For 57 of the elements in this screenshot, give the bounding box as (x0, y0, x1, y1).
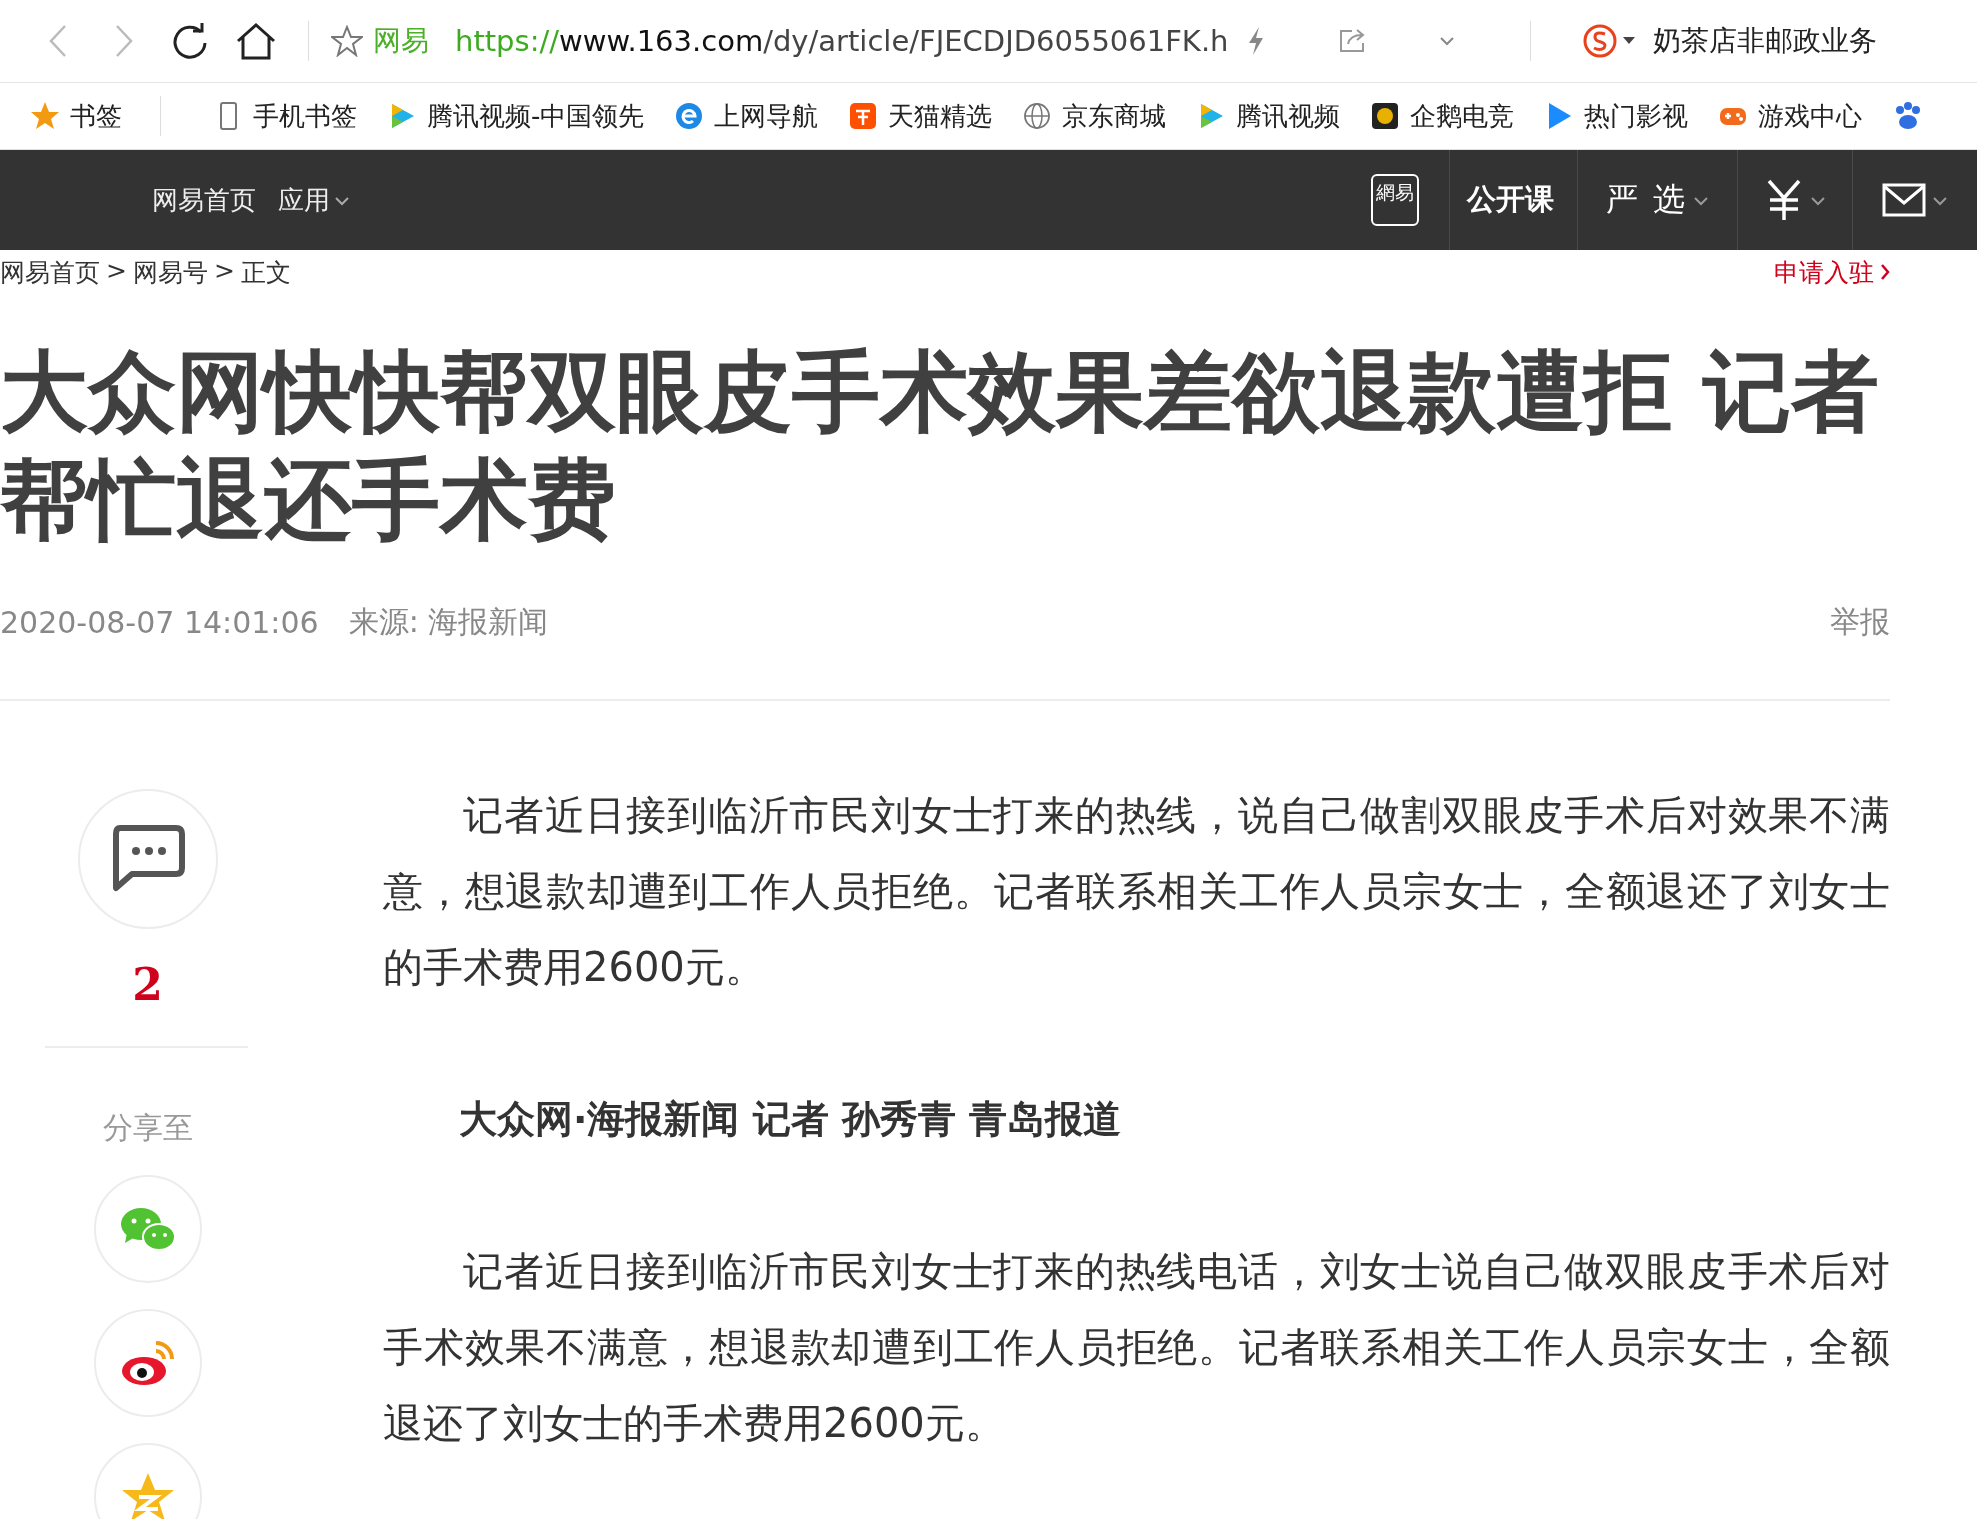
byline-text: 大众网·海报新闻 记者 孙秀青 青岛报道 (458, 1096, 1123, 1143)
back-icon (48, 24, 68, 58)
search-field[interactable]: 奶茶店非邮政业务 (1641, 22, 1877, 60)
url-host: www.163.com (558, 24, 764, 58)
browser-e-icon (674, 101, 705, 131)
report-link[interactable]: 举报 (1830, 602, 1890, 643)
reload-icon (171, 22, 209, 60)
lightning-icon (1246, 26, 1266, 56)
bookmark-item[interactable]: 企鹅电竞 (1370, 98, 1515, 134)
bookmark-item[interactable]: 京东商城 (1022, 98, 1167, 134)
article-paragraph: 记者近日接到临沂市民刘女士打来的热线电话，刘女士说自己做双眼皮手术后对手术效果不满意，想退款却遭到工作人员拒绝。记者联系相关工作人员宗女士，全额退还了刘女士的手术费用2600元。 (383, 1247, 1890, 1448)
article-title-line: 大众网快快帮双眼皮手术效果差欲退款遭拒 记者 (0, 339, 1879, 445)
globe-icon (1022, 101, 1053, 131)
mail-icon (1882, 183, 1926, 217)
bookmark-item[interactable]: 腾讯视频-中国领先 (387, 98, 645, 134)
nav-link[interactable]: 严 选 (1577, 150, 1737, 250)
search-engine-logo-icon (1583, 24, 1617, 58)
caret-icon (1623, 37, 1635, 45)
bookmark-item[interactable]: 书签 (30, 98, 122, 134)
bookmark-item[interactable]: 手机书签 (213, 98, 357, 134)
forward-icon (114, 24, 134, 58)
nav-link[interactable]: 公开课 (1449, 150, 1577, 250)
site-name: 网易 (373, 23, 429, 59)
star-icon (30, 101, 60, 131)
star-outline-icon (331, 25, 363, 57)
breadcrumb-link[interactable]: 网易首页 (0, 255, 100, 289)
bookmark-item[interactable]: 游戏中心 (1718, 98, 1863, 134)
apply-link[interactable]: 申请入驻 (1774, 255, 1890, 289)
chevron-down-icon (1439, 34, 1457, 48)
bookmark-item[interactable]: 上网导航 (674, 98, 819, 134)
address-bar[interactable]: 网易 https://www.163.com/dy/article/FJECDJD6055061FK.h (331, 16, 1231, 66)
chevron-down-icon (334, 194, 350, 206)
breadcrumb-separator: > (106, 255, 127, 287)
share-icon (1338, 28, 1366, 54)
chevron-down-icon (1932, 194, 1948, 206)
shopping-tag-icon (848, 101, 879, 131)
breadcrumb-separator: > (213, 255, 235, 287)
breadcrumb-link[interactable]: 正文 (240, 255, 291, 289)
home-icon (235, 22, 277, 60)
bookmark-item[interactable]: 天猫精选 (848, 98, 993, 134)
article-source: 来源: 海报新闻 (348, 603, 549, 641)
chevron-down-icon (1692, 194, 1709, 206)
nav-link[interactable]: 应用 (278, 182, 350, 218)
breadcrumb-link[interactable]: 网易号 (132, 255, 208, 289)
publish-date: 2020-08-07 14:01:06 (0, 605, 319, 640)
url-scheme: https:// (455, 24, 559, 58)
bookmark-item[interactable]: 热门影视 (1544, 98, 1689, 134)
share-label: 分享至 (102, 1109, 193, 1147)
url-path: /dy/article/FJECDJD6055061FK.h (763, 24, 1229, 58)
eye-signal-icon (119, 1339, 176, 1387)
app-download-button[interactable]: 網易 (1371, 174, 1419, 226)
chevron-down-icon (1810, 194, 1826, 206)
nav-link[interactable]: 网易首页 (152, 182, 256, 218)
comment-count: 2 (132, 959, 163, 1010)
chevron-right-icon (1880, 263, 1890, 281)
bookmark-item[interactable]: 腾讯视频 (1196, 98, 1341, 134)
article-paragraph: 记者近日接到临沂市民刘女士打来的热线，说自己做割双眼皮手术后对效果不满意，想退款却遭到工作人员拒绝。记者联系相关工作人员宗女士，全额退还了刘女士的手术费用2600元。 (383, 791, 1890, 992)
